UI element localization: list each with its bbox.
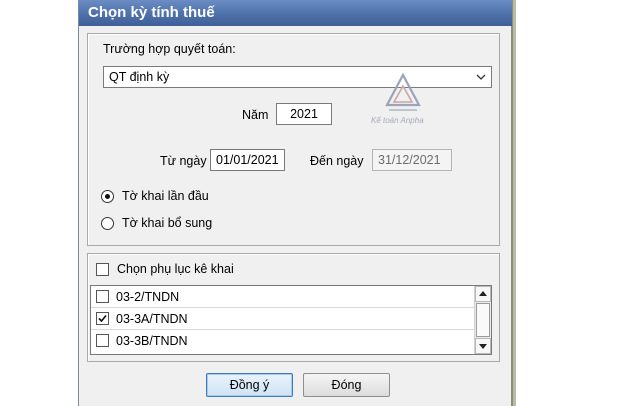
list-item[interactable]: 03-3B/TNDN [91, 330, 491, 352]
settlement-selected-value: QT định kỳ [109, 70, 170, 84]
radio-supplementary-declaration[interactable] [101, 217, 114, 230]
from-date-input[interactable]: 01/01/2021 [210, 149, 285, 171]
select-appendix-checkbox[interactable] [96, 263, 109, 276]
to-date-label: Đến ngày [310, 154, 364, 168]
triangle-up-icon [479, 291, 487, 296]
list-item[interactable]: 03-2/TNDN [91, 286, 491, 308]
dialog-title: Chọn kỳ tính thuế [79, 0, 512, 26]
to-date-input: 31/12/2021 [372, 149, 452, 171]
appendix-item-label: 03-3A/TNDN [116, 312, 188, 326]
appendix-item-checkbox[interactable] [96, 334, 109, 347]
appendix-list[interactable]: 03-2/TNDN 03-3A/TNDN 03-3B/TNDN [90, 285, 492, 355]
tax-period-dialog: Chọn kỳ tính thuế Trường hợp quyết toán:… [78, 0, 512, 406]
from-date-label: Từ ngày [160, 154, 207, 168]
scroll-thumb[interactable] [476, 303, 490, 337]
list-scrollbar[interactable] [474, 286, 491, 354]
scroll-up-button[interactable] [475, 286, 491, 302]
appendix-item-checkbox[interactable] [96, 312, 109, 325]
supplementary-declaration-label[interactable]: Tờ khai bổ sung [122, 216, 212, 230]
settlement-label: Trường hợp quyết toán: [103, 42, 236, 56]
year-input[interactable]: 2021 [276, 103, 332, 125]
radio-selected-dot [105, 194, 110, 199]
chevron-down-icon [476, 74, 486, 80]
appendix-item-checkbox[interactable] [96, 290, 109, 303]
period-group [87, 33, 500, 246]
watermark-text: Kế toán Anpha [371, 116, 424, 125]
close-button[interactable]: Đóng [303, 373, 390, 397]
first-declaration-label[interactable]: Tờ khai lần đầu [122, 189, 209, 203]
year-label: Năm [242, 108, 269, 122]
scroll-down-button[interactable] [475, 338, 491, 354]
list-item[interactable]: 03-3A/TNDN [91, 308, 491, 330]
select-appendix-label[interactable]: Chọn phụ lục kê khai [117, 262, 234, 276]
ok-button[interactable]: Đồng ý [206, 373, 293, 397]
radio-first-declaration[interactable] [101, 190, 114, 203]
checkmark-icon [98, 314, 107, 323]
appendix-item-label: 03-2/TNDN [116, 290, 180, 304]
background-window-edge-shade [513, 0, 516, 406]
triangle-down-icon [479, 344, 487, 349]
appendix-item-label: 03-3B/TNDN [116, 334, 188, 348]
